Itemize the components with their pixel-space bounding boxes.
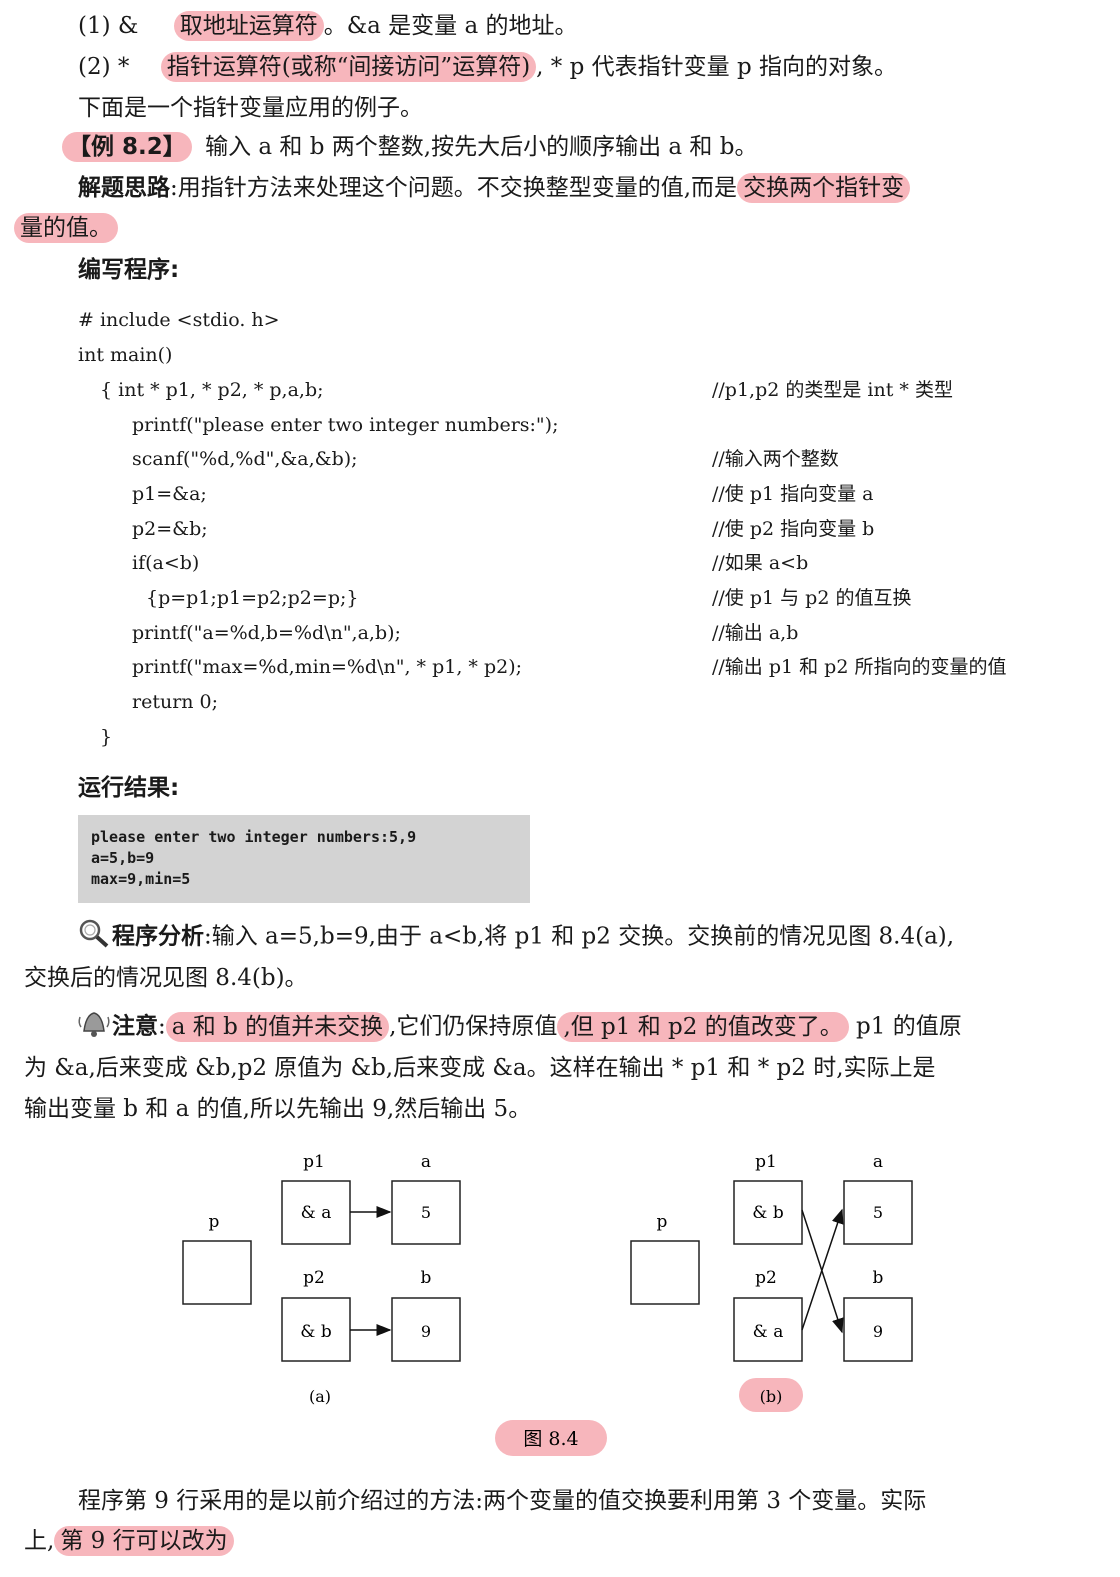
final-text: 上,	[24, 1528, 55, 1554]
analysis-line-1: 程序分析:输入 a=5,b=9,由于 a<b,将 p1 和 p2 交换。交换前的…	[76, 917, 954, 958]
highlight-address-operator: 取地址运算符	[173, 11, 324, 41]
note-line-1: 注意: a 和 b 的值并未交换 ,它们仍保持原值 ,但 p1 和 p2 的值改变了。…	[76, 1007, 962, 1048]
value-a: 5	[873, 1203, 883, 1222]
output-line: max=9,min=5	[91, 870, 191, 888]
code-line: p1=&a;	[132, 483, 207, 505]
highlight-swap-pointers: 交换两个指针变	[737, 173, 911, 203]
highlight-pointers-changed: ,但 p1 和 p2 的值改变了。	[557, 1011, 849, 1042]
code-line: scanf("%d,%d",&a,&b);	[132, 448, 358, 470]
code-comment: //输出 a,b	[712, 622, 799, 644]
note-text: ,它们仍保持原值	[389, 1013, 558, 1040]
code-comment: //使 p1 与 p2 的值互换	[712, 587, 912, 609]
box-p	[630, 1240, 700, 1305]
code-comment: //使 p1 指向变量 a	[712, 483, 874, 505]
highlight-values-not-swapped: a 和 b 的值并未交换	[165, 1011, 390, 1042]
intro-line-2: (2) * 指针运算符(或称“间接访问”运算符), * p 代表指针变量 p 指…	[78, 51, 897, 83]
value-p1: & a	[301, 1203, 332, 1223]
note-label: 注意	[112, 1013, 158, 1040]
code-line: printf("please enter two integer numbers…	[132, 414, 559, 436]
value-p2: & a	[753, 1322, 784, 1342]
label-b: b	[873, 1268, 884, 1288]
idea-line-1: 解题思路:用指针方法来处理这个问题。不交换整型变量的值,而是 交换两个指针变	[78, 172, 911, 204]
label-p1: p1	[303, 1152, 325, 1172]
code-line: { int * p1, * p2, * p,a,b;	[100, 379, 324, 401]
code-line: printf("max=%d,min=%d\n", * p1, * p2);	[132, 656, 523, 678]
example-line: 【例 8.2】 输入 a 和 b 两个整数,按先大后小的顺序输出 a 和 b。	[62, 131, 757, 163]
note-line-3: 输出变量 b 和 a 的值,所以先输出 9,然后输出 5。	[24, 1096, 532, 1122]
label-p2: p2	[755, 1268, 777, 1288]
code-comment: //输出 p1 和 p2 所指向的变量的值	[712, 656, 1007, 678]
note-text: p1 的值原	[856, 1013, 962, 1040]
box-p	[182, 1240, 252, 1305]
label-p: p	[209, 1212, 220, 1232]
note-colon: :	[158, 1013, 166, 1040]
label-p: p	[657, 1212, 668, 1232]
output-line: a=5,b=9	[91, 849, 155, 867]
figure-panel-b: p1 a p & b 5 p2 b & a 9 (b)	[630, 1152, 913, 1412]
intro-item-number: (1) &	[78, 13, 139, 39]
note-line-2: 为 &a,后来变成 &b,p2 原值为 &b,后来变成 &a。这样在输出 * p…	[24, 1055, 936, 1081]
code-line: printf("a=%d,b=%d\n",a,b);	[132, 622, 401, 644]
code-line: if(a<b)	[132, 552, 200, 574]
intro-item-number: (2) *	[78, 54, 130, 80]
highlight-swap-pointers-cont: 量的值。	[14, 213, 118, 243]
final-line-2: 上, 第 9 行可以改为	[24, 1525, 234, 1557]
magnifier-icon	[76, 917, 112, 958]
caption-b: (b)	[760, 1387, 783, 1406]
code-line: int main()	[78, 344, 173, 366]
bell-icon	[76, 1007, 112, 1048]
code-line: p2=&b;	[132, 518, 208, 540]
code-comment: //如果 a<b	[712, 552, 809, 574]
analysis-line-2: 交换后的情况见图 8.4(b)。	[24, 965, 308, 991]
label-a: a	[873, 1152, 883, 1172]
intro-line-3: 下面是一个指针变量应用的例子。	[78, 95, 423, 121]
label-b: b	[421, 1268, 432, 1288]
idea-text: :用指针方法来处理这个问题。不交换整型变量的值,而是	[170, 175, 738, 201]
code-line: return 0;	[132, 691, 219, 713]
final-line-1: 程序第 9 行采用的是以前介绍过的方法:两个变量的值交换要利用第 3 个变量。实…	[78, 1488, 927, 1514]
value-a: 5	[421, 1203, 431, 1222]
value-b: 9	[873, 1322, 883, 1341]
write-program-label: 编写程序:	[78, 257, 180, 283]
figure-title: 图 8.4	[523, 1428, 578, 1450]
label-p2: p2	[303, 1268, 325, 1288]
intro-text: 。&a 是变量 a 的地址。	[323, 13, 578, 39]
highlight-pointer-operator: 指针运算符(或称“间接访问”运算符)	[160, 52, 537, 82]
analysis-label: 程序分析	[112, 923, 204, 950]
code-comment: //使 p2 指向变量 b	[712, 518, 875, 540]
example-text: 输入 a 和 b 两个整数,按先大后小的顺序输出 a 和 b。	[205, 134, 758, 160]
value-p2: & b	[300, 1322, 332, 1342]
code-line: {p=p1;p1=p2;p2=p;}	[146, 587, 359, 609]
output-box: please enter two integer numbers:5,9 a=5…	[78, 815, 530, 903]
caption-a: (a)	[309, 1387, 331, 1406]
analysis-text: :输入 a=5,b=9,由于 a<b,将 p1 和 p2 交换。交换前的情况见图…	[204, 923, 955, 950]
output-line: please enter two integer numbers:5,9	[91, 828, 417, 846]
intro-text: , * p 代表指针变量 p 指向的对象。	[536, 54, 897, 80]
idea-label: 解题思路	[78, 175, 170, 201]
code-comment: //p1,p2 的类型是 int * 类型	[712, 379, 953, 401]
intro-line-1: (1) & 取地址运算符 。&a 是变量 a 的地址。	[78, 10, 578, 42]
figure-8-4: p1 a p & a 5 p2 b & b 9 (a) p1 a p & b 5…	[182, 1152, 913, 1456]
label-a: a	[421, 1152, 431, 1172]
value-b: 9	[421, 1322, 431, 1341]
value-p1: & b	[752, 1203, 784, 1223]
code-line: # include <stdio. h>	[78, 309, 280, 331]
code-line: }	[100, 726, 113, 748]
figure-panel-a: p1 a p & a 5 p2 b & b 9 (a)	[182, 1152, 461, 1406]
example-tag: 【例 8.2】	[62, 132, 192, 162]
idea-line-2: 量的值。	[14, 212, 118, 244]
code-comment: //输入两个整数	[712, 448, 839, 470]
highlight-line-9: 第 9 行可以改为	[54, 1526, 234, 1556]
label-p1: p1	[755, 1152, 777, 1172]
run-result-label: 运行结果:	[78, 775, 180, 801]
